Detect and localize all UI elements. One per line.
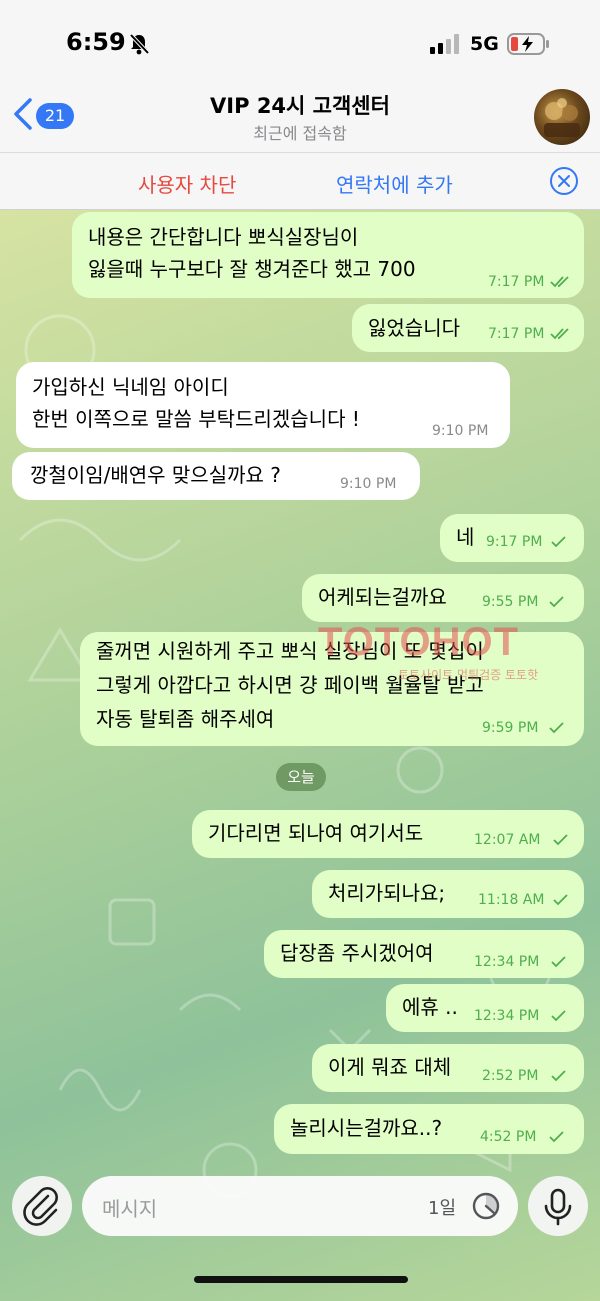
contact-action-bar: 사용자 차단 연락처에 추가 bbox=[0, 152, 600, 210]
message-bubble-in[interactable]: 가입하신 닉네임 아이디 한번 이쪽으로 말씀 부탁드리겠습니다 ! 9:10 … bbox=[16, 362, 510, 448]
message-bubble-out[interactable]: 네 9:17 PM bbox=[440, 514, 584, 562]
message-time: 7:17 PM bbox=[488, 326, 545, 342]
bell-slash-icon bbox=[129, 33, 150, 55]
message-line: 깡철이임/배연우 맞으실까요 ? bbox=[30, 463, 281, 487]
chat-title[interactable]: VIP 24시 고객센터 bbox=[0, 90, 600, 120]
message-time: 2:52 PM bbox=[482, 1068, 539, 1084]
message-input[interactable]: 메시지 1일 bbox=[82, 1176, 518, 1236]
message-bubble-out[interactable]: 놀리시는걸까요..? 4:52 PM bbox=[274, 1104, 584, 1154]
message-line: 기다리면 되나여 여기서도 bbox=[208, 821, 424, 845]
auto-delete-timer-icon[interactable] bbox=[470, 1190, 502, 1222]
auto-delete-timer-label[interactable]: 1일 bbox=[428, 1194, 456, 1220]
signal-icon bbox=[430, 34, 459, 54]
contact-avatar[interactable] bbox=[534, 89, 590, 145]
message-time: 9:10 PM bbox=[432, 423, 489, 439]
check-icon bbox=[553, 894, 568, 906]
message-line: 한번 이쪽으로 말씀 부탁드리겠습니다 ! bbox=[32, 407, 360, 431]
network-type: 5G bbox=[470, 33, 499, 55]
message-time: 9:17 PM bbox=[486, 534, 543, 550]
check-icon bbox=[551, 1010, 566, 1022]
block-user-button[interactable]: 사용자 차단 bbox=[138, 169, 236, 198]
chat-header: 21 VIP 24시 고객센터 최근에 접속함 bbox=[0, 80, 600, 152]
message-time: 7:17 PM bbox=[488, 274, 545, 290]
message-time: 12:07 AM bbox=[474, 832, 541, 848]
message-line: 이게 뭐죠 대체 bbox=[328, 1055, 452, 1079]
check-icon bbox=[551, 536, 566, 548]
attach-button[interactable] bbox=[12, 1176, 72, 1236]
message-line: 네 bbox=[456, 525, 475, 549]
battery-charging-icon bbox=[507, 33, 549, 55]
message-line: 답장좀 주시겠어여 bbox=[280, 941, 434, 965]
add-contact-button[interactable]: 연락처에 추가 bbox=[336, 169, 453, 198]
last-seen-status: 최근에 접속함 bbox=[253, 124, 347, 143]
message-time: 9:10 PM bbox=[340, 476, 397, 492]
message-bubble-out[interactable]: 내용은 간단합니다 뽀식실장님이 잃을때 누구보다 잘 챙겨준다 했고 700 … bbox=[72, 212, 584, 298]
check-icon bbox=[551, 956, 566, 968]
message-time: 9:55 PM bbox=[482, 594, 539, 610]
message-line: 잃을때 누구보다 잘 챙겨준다 했고 700 bbox=[88, 257, 416, 281]
check-icon bbox=[553, 834, 568, 846]
message-bubble-out[interactable]: 이게 뭐죠 대체 2:52 PM bbox=[312, 1044, 584, 1092]
message-line: 어케되는걸까요 bbox=[318, 585, 447, 609]
message-line: 놀리시는걸까요..? bbox=[290, 1116, 443, 1140]
message-time: 4:52 PM bbox=[480, 1129, 537, 1145]
message-line: 에휴 .. bbox=[402, 995, 458, 1019]
message-bubble-out[interactable]: 기다리면 되나여 여기서도 12:07 AM bbox=[192, 810, 584, 858]
message-time: 9:59 PM bbox=[482, 720, 539, 736]
message-line: 가입하신 닉네임 아이디 bbox=[32, 375, 229, 399]
avatar-image bbox=[544, 98, 580, 137]
double-check-icon bbox=[550, 276, 569, 288]
message-bubble-out[interactable]: 잃었습니다 7:17 PM bbox=[352, 304, 584, 352]
message-placeholder: 메시지 bbox=[102, 1197, 158, 1221]
check-icon bbox=[549, 722, 564, 734]
message-bubble-out[interactable]: 어케되는걸까요 9:55 PM bbox=[302, 574, 584, 622]
voice-record-button[interactable] bbox=[528, 1176, 588, 1236]
paperclip-icon bbox=[23, 1187, 58, 1226]
message-time: 12:34 PM bbox=[474, 1008, 540, 1024]
message-line: 잃었습니다 bbox=[368, 316, 460, 340]
microphone-icon bbox=[544, 1188, 572, 1226]
message-line: 자동 탈퇴좀 해주세여 bbox=[96, 707, 275, 731]
message-time: 12:34 PM bbox=[474, 954, 540, 970]
message-bubble-in[interactable]: 깡철이임/배연우 맞으실까요 ? 9:10 PM bbox=[12, 452, 420, 500]
date-separator: 오늘 bbox=[276, 763, 326, 791]
message-bubble-out[interactable]: 답장좀 주시겠어여 12:34 PM bbox=[264, 930, 584, 978]
status-time: 6:59 bbox=[66, 28, 126, 56]
close-icon[interactable] bbox=[549, 166, 579, 196]
check-icon bbox=[549, 596, 564, 608]
check-icon bbox=[549, 1131, 564, 1143]
status-bar: 6:59 5G bbox=[0, 0, 600, 80]
double-check-icon bbox=[550, 328, 569, 340]
message-line: 처리가되나요; bbox=[328, 881, 446, 905]
message-time: 11:18 AM bbox=[478, 892, 545, 908]
message-bubble-out[interactable]: 에휴 .. 12:34 PM bbox=[386, 984, 584, 1032]
watermark-caption: 토토사이트 먹튀검증 토토핫 bbox=[398, 668, 539, 682]
message-composer: 메시지 1일 bbox=[0, 1160, 600, 1301]
check-icon bbox=[551, 1070, 566, 1082]
watermark-logo: TOTOHOT bbox=[318, 620, 520, 664]
home-indicator bbox=[194, 1276, 408, 1283]
message-line: 내용은 간단합니다 뽀식실장님이 bbox=[88, 225, 359, 249]
message-bubble-out[interactable]: 처리가되나요; 11:18 AM bbox=[312, 870, 584, 918]
